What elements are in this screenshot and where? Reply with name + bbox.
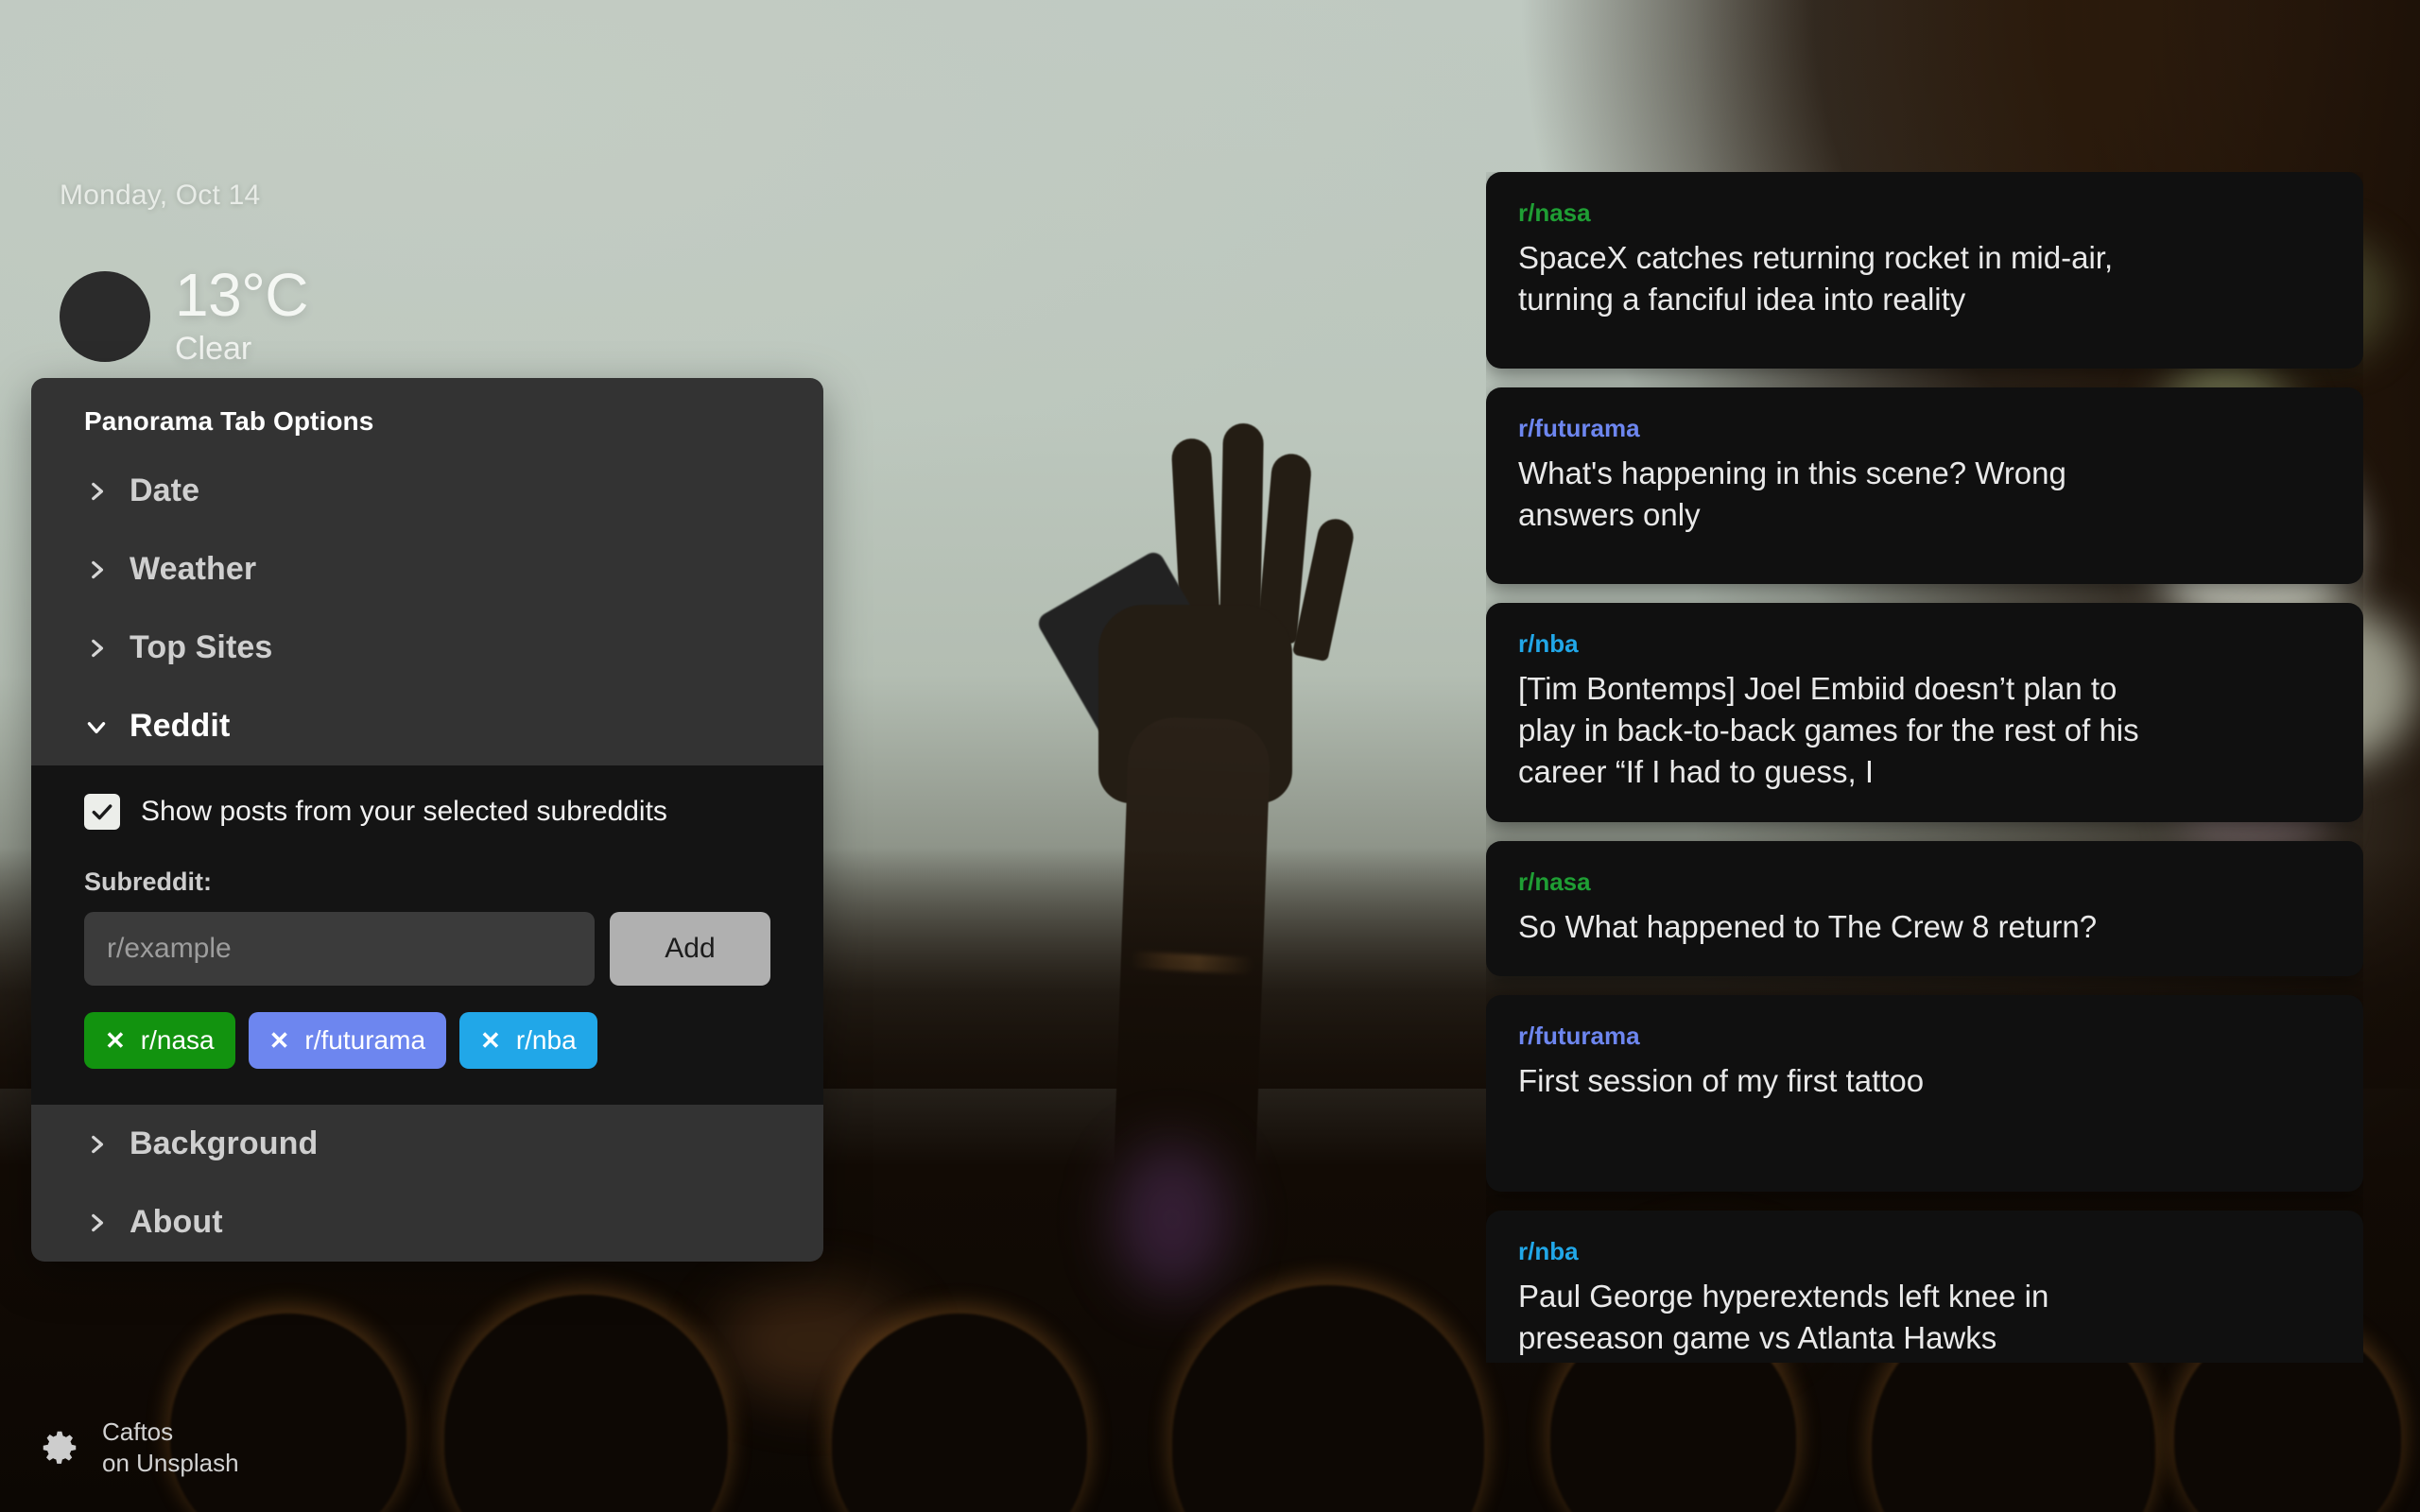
- accordion-section-weather[interactable]: Weather: [31, 530, 823, 609]
- check-icon: [92, 804, 112, 820]
- moon-icon: [60, 270, 150, 362]
- post-text: r/nba [Tim Bontemps] Joel Embiid doesn’t…: [1518, 629, 2167, 794]
- background-attribution[interactable]: Caftos on Unsplash: [38, 1417, 239, 1478]
- reddit-post-card[interactable]: r/futurama First session of my first tat…: [1486, 994, 2363, 1192]
- show-posts-label: Show posts from your selected subreddits: [141, 796, 667, 827]
- subreddit-tag-nba[interactable]: ✕ r/nba: [459, 1012, 597, 1069]
- post-title: [Tim Bontemps] Joel Embiid doesn’t plan …: [1518, 671, 2139, 790]
- date-widget: Monday, Oct 14: [60, 180, 261, 211]
- panel-title: Panorama Tab Options: [84, 406, 374, 436]
- subreddit-input[interactable]: [84, 912, 595, 986]
- crowd-head: [1172, 1285, 1484, 1512]
- post-text: r/futurama First session of my first tat…: [1518, 1022, 2167, 1102]
- post-subreddit[interactable]: r/nba: [1518, 1237, 2167, 1266]
- gear-icon[interactable]: [38, 1426, 81, 1469]
- weather-readout: 13°C Clear: [175, 261, 309, 368]
- subreddit-tag-label: r/futurama: [304, 1025, 426, 1055]
- reddit-post-card[interactable]: r/futurama What's happening in this scen…: [1486, 387, 2363, 584]
- crowd-head: [444, 1295, 728, 1512]
- post-title: What's happening in this scene? Wrong an…: [1518, 455, 2066, 533]
- post-subreddit[interactable]: r/nba: [1518, 629, 2167, 659]
- subreddit-tag-label: r/nba: [515, 1025, 577, 1055]
- subreddit-tag-nasa[interactable]: ✕ r/nasa: [84, 1012, 235, 1069]
- panorama-tab-options-panel: Panorama Tab Options Date Weather Top Si…: [31, 378, 823, 1262]
- chevron-right-icon: [92, 1135, 104, 1153]
- reddit-post-card[interactable]: r/nba [Tim Bontemps] Joel Embiid doesn’t…: [1486, 603, 2363, 822]
- subreddit-input-row: Add: [84, 912, 770, 986]
- close-icon[interactable]: ✕: [269, 1028, 290, 1053]
- accordion-label: Background: [130, 1125, 319, 1161]
- accordion-label: Weather: [130, 551, 257, 587]
- attribution-text: Caftos on Unsplash: [102, 1417, 239, 1478]
- accordion-label: About: [130, 1204, 223, 1240]
- close-icon[interactable]: ✕: [480, 1028, 501, 1053]
- attribution-author: Caftos: [102, 1418, 174, 1446]
- weather-widget: 13°C Clear: [60, 261, 309, 368]
- accordion-section-date[interactable]: Date: [31, 452, 823, 530]
- reddit-post-card[interactable]: r/nba Paul George hyperextends left knee…: [1486, 1210, 2363, 1363]
- accordion-section-top-sites[interactable]: Top Sites: [31, 609, 823, 687]
- selected-subreddit-tags: ✕ r/nasa ✕ r/futurama ✕ r/nba: [84, 1012, 770, 1069]
- post-text: r/nba Paul George hyperextends left knee…: [1518, 1237, 2167, 1359]
- show-posts-checkbox-row[interactable]: Show posts from your selected subreddits: [84, 794, 770, 830]
- chevron-down-icon: [87, 721, 106, 733]
- post-title: Paul George hyperextends left knee in pr…: [1518, 1278, 2049, 1356]
- subreddit-tag-futurama[interactable]: ✕ r/futurama: [248, 1012, 447, 1069]
- post-subreddit[interactable]: r/futurama: [1518, 1022, 2167, 1051]
- accordion-label: Top Sites: [130, 629, 273, 665]
- post-subreddit[interactable]: r/nasa: [1518, 868, 2331, 897]
- chevron-right-icon: [92, 482, 104, 500]
- post-title: SpaceX catches returning rocket in mid-a…: [1518, 240, 2114, 318]
- post-text: r/nasa SpaceX catches returning rocket i…: [1518, 198, 2167, 320]
- accordion-label: Date: [130, 472, 200, 508]
- subreddit-tag-label: r/nasa: [140, 1025, 215, 1055]
- weather-temperature: 13°C: [175, 261, 309, 329]
- reddit-post-card[interactable]: r/nasa SpaceX catches returning rocket i…: [1486, 172, 2363, 369]
- post-title: First session of my first tattoo: [1518, 1062, 1925, 1098]
- reddit-post-card[interactable]: r/nasa So What happened to The Crew 8 re…: [1486, 840, 2363, 976]
- accordion-section-background[interactable]: Background: [31, 1105, 823, 1183]
- accordion-section-reddit[interactable]: Reddit: [31, 687, 823, 765]
- post-subreddit[interactable]: r/futurama: [1518, 414, 2167, 443]
- close-icon[interactable]: ✕: [105, 1028, 126, 1053]
- add-subreddit-button[interactable]: Add: [610, 912, 770, 986]
- post-text: r/nasa So What happened to The Crew 8 re…: [1518, 868, 2331, 948]
- crowd-head: [170, 1314, 406, 1512]
- accordion-section-about[interactable]: About: [31, 1183, 823, 1262]
- subreddit-field-label: Subreddit:: [84, 868, 212, 896]
- chevron-right-icon: [92, 1213, 104, 1231]
- reddit-section-body: Show posts from your selected subreddits…: [31, 765, 823, 1105]
- reddit-feed[interactable]: r/nasa SpaceX catches returning rocket i…: [1486, 172, 2363, 1363]
- show-posts-checkbox[interactable]: [84, 794, 120, 830]
- post-subreddit[interactable]: r/nasa: [1518, 198, 2167, 228]
- post-text: r/futurama What's happening in this scen…: [1518, 414, 2167, 536]
- chevron-right-icon: [92, 639, 104, 657]
- post-title: So What happened to The Crew 8 return?: [1518, 908, 2098, 944]
- panorama-new-tab-page: Monday, Oct 14 13°C Clear Panorama Tab O…: [0, 0, 2420, 1512]
- accordion-label: Reddit: [130, 708, 231, 744]
- weather-condition: Clear: [175, 331, 252, 367]
- chevron-right-icon: [92, 560, 104, 578]
- attribution-source: on Unsplash: [102, 1448, 239, 1477]
- stage-glow: [1115, 1143, 1229, 1295]
